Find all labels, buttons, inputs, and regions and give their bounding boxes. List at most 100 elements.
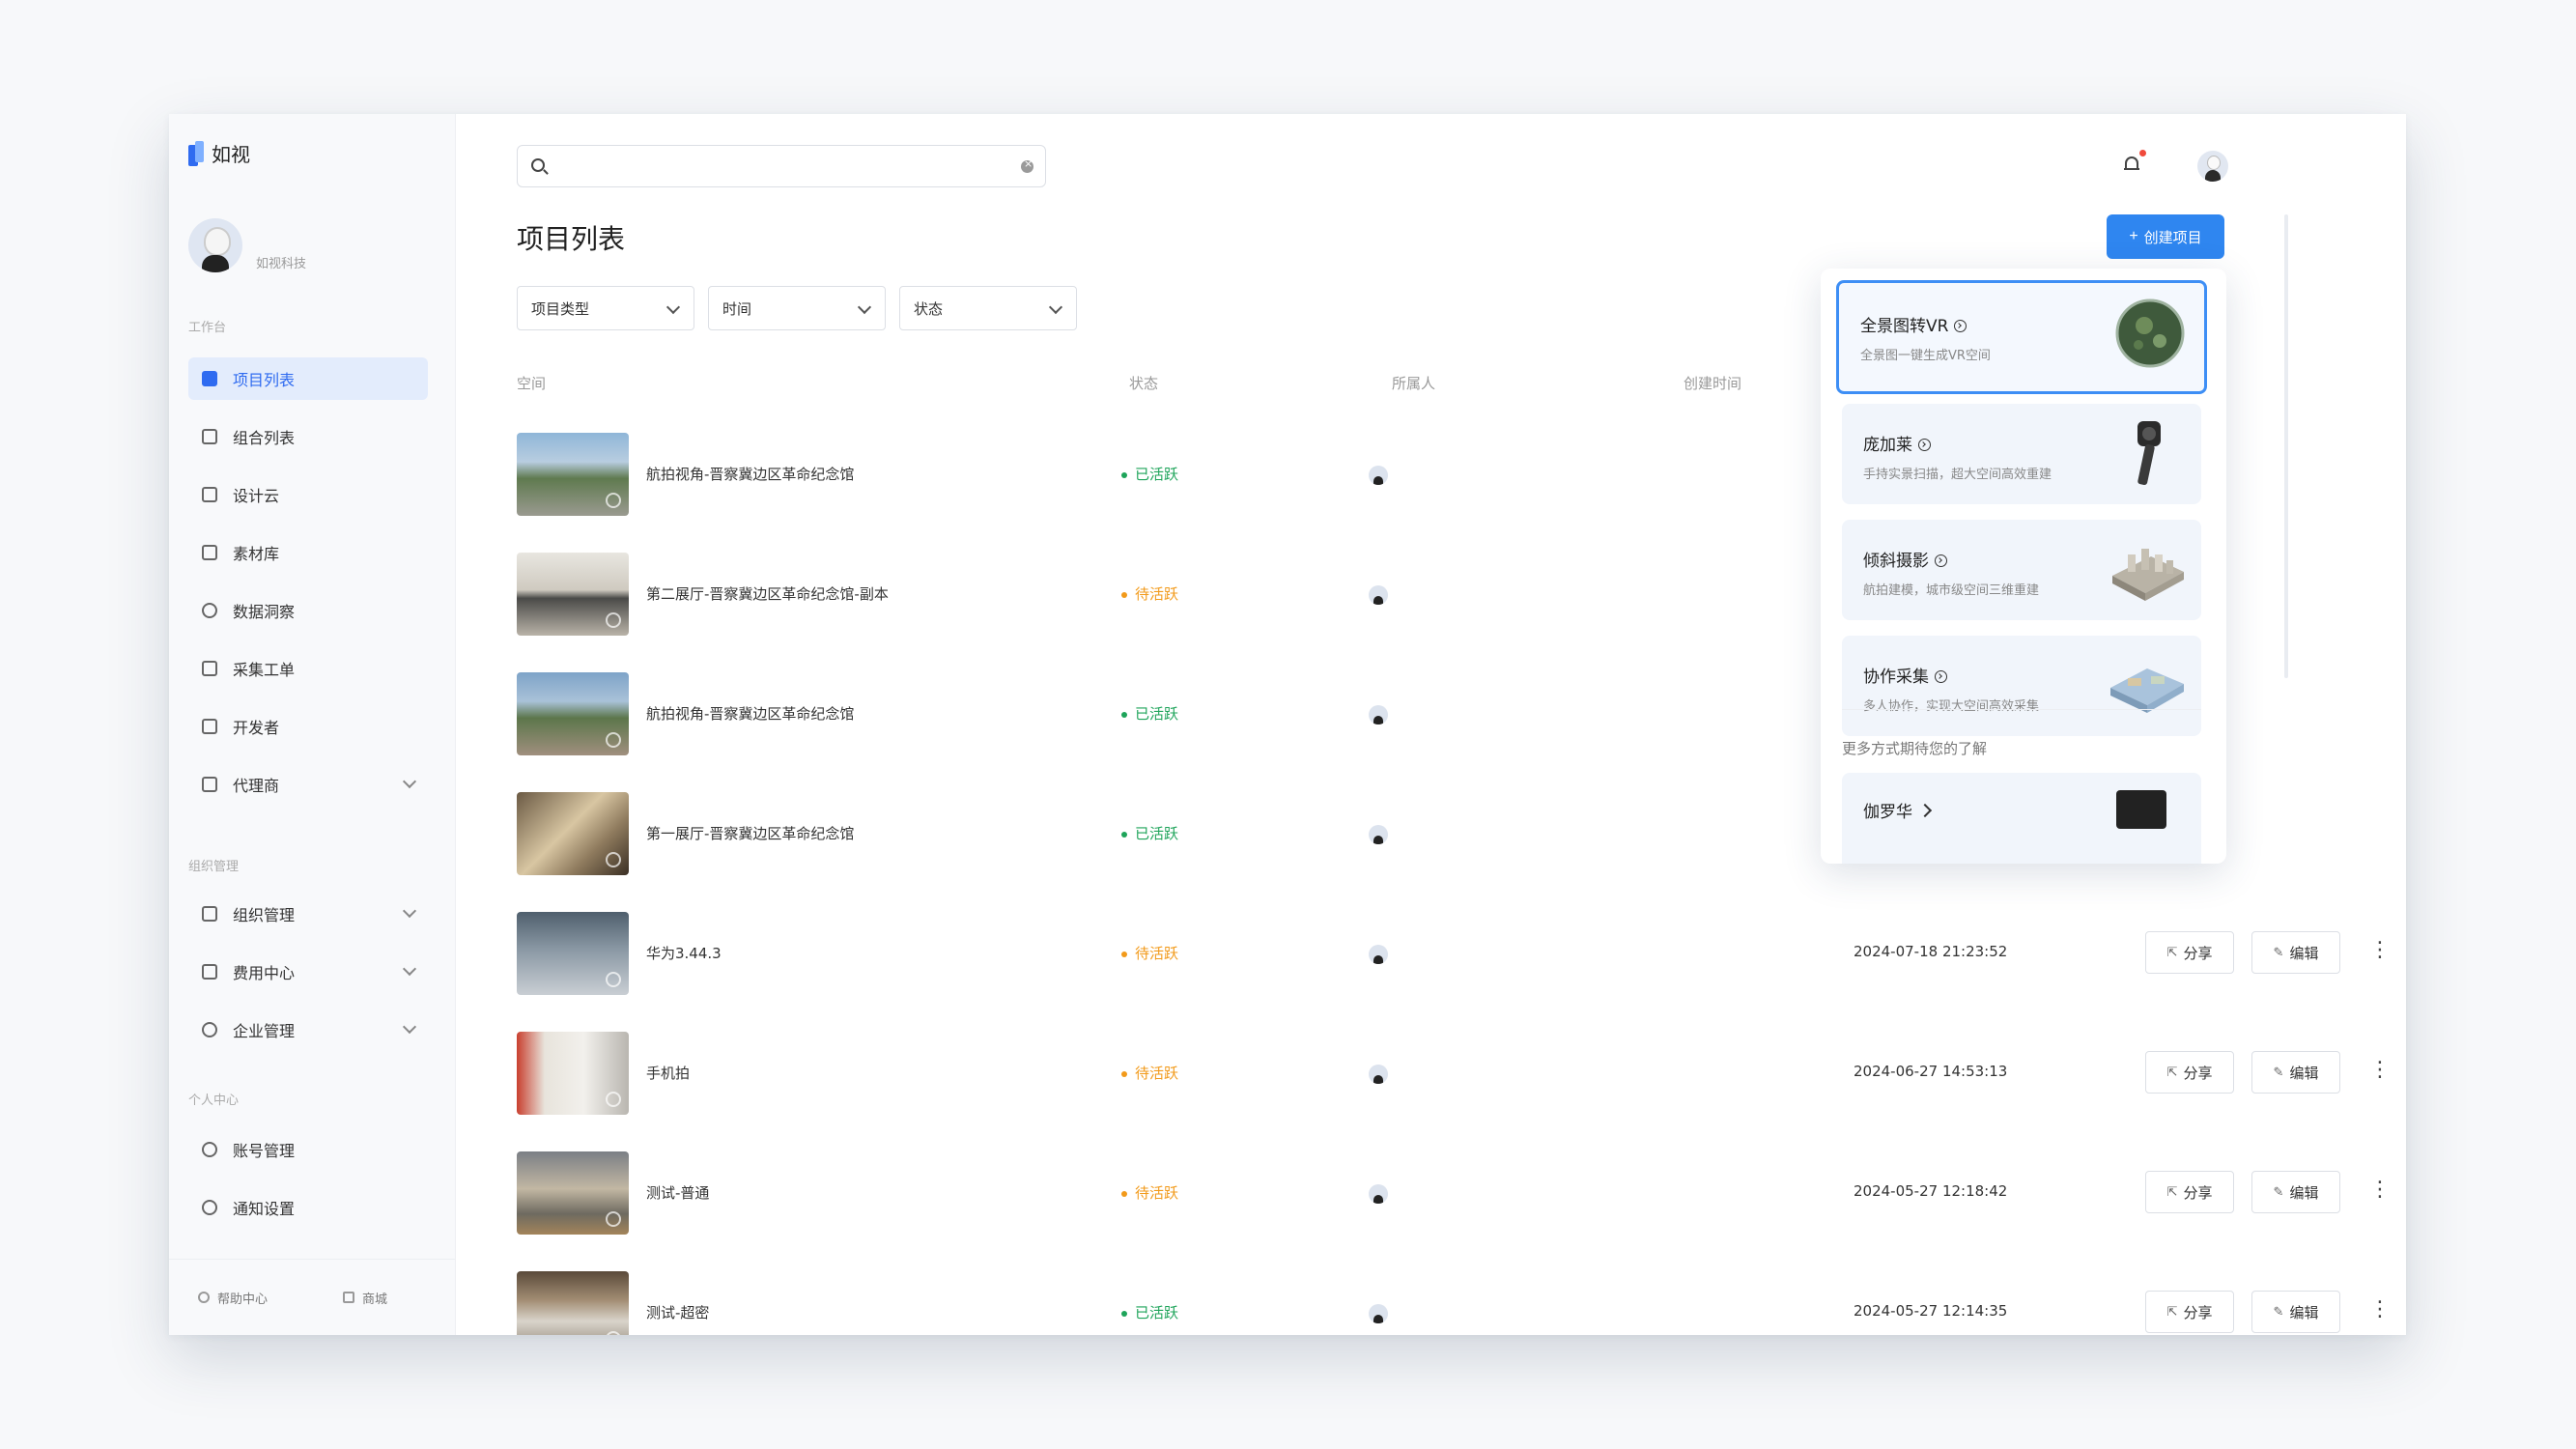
chevron-down-icon — [402, 903, 417, 919]
column-header-space[interactable]: 空间 — [517, 373, 546, 393]
chevron-down-icon — [402, 774, 417, 789]
column-header-created[interactable]: 创建时间 — [1684, 373, 1741, 393]
more-icon[interactable]: ⋮ — [2369, 1298, 2391, 1325]
share-button[interactable]: ⇱ 分享 — [2145, 1051, 2234, 1094]
sidebar-item-label: 企业管理 — [233, 1022, 296, 1040]
org-icon — [202, 906, 217, 922]
sidebar-item-group-list[interactable]: 组合列表 — [188, 415, 428, 458]
sidebar-item-project-list[interactable]: 项目列表 — [188, 357, 428, 400]
option-title-text: 倾斜摄影 — [1863, 552, 1929, 571]
more-icon[interactable]: ⋮ — [2369, 1179, 2391, 1206]
bell-icon[interactable] — [2124, 155, 2139, 172]
help-center-link[interactable]: 帮助中心 — [198, 1289, 268, 1307]
share-button[interactable]: ⇱ 分享 — [2145, 1291, 2234, 1333]
sidebar-item-label: 素材库 — [233, 545, 280, 563]
filter-project-type[interactable]: 项目类型 — [517, 286, 694, 330]
column-header-status[interactable]: 状态 — [1129, 373, 1158, 393]
column-header-owner[interactable]: 所属人 — [1392, 373, 1435, 393]
filter-time[interactable]: 时间 — [708, 286, 886, 330]
user-profile[interactable]: 如视科技 — [188, 218, 306, 272]
share-icon: ⇱ — [2166, 1304, 2178, 1320]
sidebar-item-assets[interactable]: 素材库 — [188, 531, 428, 574]
status-text: 待活跃 — [1135, 945, 1179, 962]
project-name[interactable]: 手机拍 — [646, 1063, 690, 1083]
avatar — [1369, 945, 1388, 964]
project-thumbnail[interactable] — [517, 1151, 629, 1235]
project-name[interactable]: 航拍视角-晋察冀边区革命纪念馆 — [646, 703, 854, 724]
project-name[interactable]: 第二展厅-晋察冀边区革命纪念馆-副本 — [646, 583, 889, 604]
chevron-down-icon — [857, 299, 872, 315]
option-desc: 航拍建模，城市级空间三维重建 — [1863, 583, 2040, 598]
project-name[interactable]: 测试-超密 — [646, 1302, 709, 1322]
project-thumbnail[interactable] — [517, 672, 629, 755]
created-time: 2024-05-27 12:14:35 — [1854, 1302, 2008, 1320]
share-button[interactable]: ⇱ 分享 — [2145, 931, 2234, 974]
project-thumbnail[interactable] — [517, 1032, 629, 1115]
menu-option-galois[interactable]: 伽罗华 — [1842, 773, 2201, 864]
table-row[interactable]: 测试-普通 待活跃 2024-05-27 12:18:42 ⇱ 分享 ✎ 编辑 ⋮ — [517, 1151, 2391, 1236]
notification-badge — [2139, 150, 2146, 156]
scrollbar[interactable] — [2284, 214, 2288, 678]
app-logo[interactable]: 如视 — [188, 139, 250, 167]
sidebar-item-org-management[interactable]: 组织管理 — [188, 893, 428, 935]
status-dot-icon — [1121, 591, 1127, 598]
menu-option-poincare[interactable]: 庞加莱 手持实景扫描，超大空间高效重建 — [1842, 404, 2201, 504]
table-row[interactable]: 手机拍 待活跃 2024-06-27 14:53:13 ⇱ 分享 ✎ 编辑 ⋮ — [517, 1032, 2391, 1117]
sidebar-item-label: 通知设置 — [233, 1200, 296, 1218]
avatar[interactable] — [2197, 151, 2228, 182]
table-row[interactable]: 测试-超密 已活跃 2024-05-27 12:14:35 ⇱ 分享 ✎ 编辑 ⋮ — [517, 1271, 2391, 1335]
create-project-button[interactable]: + 创建项目 — [2107, 214, 2224, 259]
wallet-icon — [202, 964, 217, 980]
edit-label: 编辑 — [2289, 1064, 2319, 1082]
project-name[interactable]: 测试-普通 — [646, 1182, 709, 1203]
settings-icon — [202, 1200, 217, 1215]
home-icon — [343, 1292, 355, 1303]
edit-label: 编辑 — [2289, 944, 2319, 962]
sidebar-item-label: 设计云 — [233, 487, 280, 505]
document-icon — [202, 661, 217, 676]
menu-option-panorama-vr[interactable]: 全景图转VR 全景图一键生成VR空间 — [1836, 280, 2207, 394]
status-text: 已活跃 — [1135, 466, 1179, 483]
mall-link[interactable]: 商城 — [343, 1289, 387, 1307]
more-icon[interactable]: ⋮ — [2369, 939, 2391, 966]
sidebar-item-billing[interactable]: 费用中心 — [188, 951, 428, 993]
search-box[interactable] — [517, 145, 1046, 187]
sidebar-item-design-cloud[interactable]: 设计云 — [188, 473, 428, 516]
scanner-device-icon — [2137, 421, 2161, 486]
project-thumbnail[interactable] — [517, 433, 629, 516]
project-name[interactable]: 华为3.44.3 — [646, 943, 722, 963]
project-thumbnail[interactable] — [517, 553, 629, 636]
sidebar-item-notifications[interactable]: 通知设置 — [188, 1186, 428, 1229]
edit-button[interactable]: ✎ 编辑 — [2251, 1291, 2340, 1333]
app-name: 如视 — [212, 143, 250, 166]
edit-button[interactable]: ✎ 编辑 — [2251, 931, 2340, 974]
sidebar-item-developer[interactable]: 开发者 — [188, 705, 428, 748]
sidebar-item-work-orders[interactable]: 采集工单 — [188, 647, 428, 690]
share-icon: ⇱ — [2166, 1065, 2178, 1080]
project-name[interactable]: 第一展厅-晋察冀边区革命纪念馆 — [646, 823, 854, 843]
search-input[interactable] — [558, 156, 1006, 175]
sidebar-item-agent[interactable]: 代理商 — [188, 763, 428, 806]
menu-option-collab-capture[interactable]: 协作采集 多人协作，实现大空间高效采集 — [1842, 636, 2201, 736]
project-thumbnail[interactable] — [517, 792, 629, 875]
edit-label: 编辑 — [2289, 1183, 2319, 1202]
sidebar-item-insights[interactable]: 数据洞察 — [188, 589, 428, 632]
project-thumbnail[interactable] — [517, 912, 629, 995]
created-time: 2024-06-27 14:53:13 — [1854, 1063, 2008, 1080]
page-title: 项目列表 — [517, 223, 626, 255]
monitor-icon — [202, 487, 217, 502]
project-thumbnail[interactable] — [517, 1271, 629, 1335]
edit-button[interactable]: ✎ 编辑 — [2251, 1051, 2340, 1094]
clear-icon[interactable] — [1021, 157, 1033, 173]
sidebar-item-account[interactable]: 账号管理 — [188, 1128, 428, 1171]
share-button[interactable]: ⇱ 分享 — [2145, 1171, 2234, 1213]
sidebar-item-label: 数据洞察 — [233, 603, 296, 621]
filter-status[interactable]: 状态 — [899, 286, 1077, 330]
menu-option-oblique-photo[interactable]: 倾斜摄影 航拍建模，城市级空间三维重建 — [1842, 520, 2201, 620]
more-icon[interactable]: ⋮ — [2369, 1059, 2391, 1086]
table-row[interactable]: 华为3.44.3 待活跃 2024-07-18 21:23:52 ⇱ 分享 ✎ 编辑… — [517, 912, 2391, 997]
sidebar-item-enterprise[interactable]: 企业管理 — [188, 1009, 428, 1051]
project-name[interactable]: 航拍视角-晋察冀边区革命纪念馆 — [646, 464, 854, 484]
edit-button[interactable]: ✎ 编辑 — [2251, 1171, 2340, 1213]
option-title: 庞加莱 — [1863, 431, 1931, 455]
